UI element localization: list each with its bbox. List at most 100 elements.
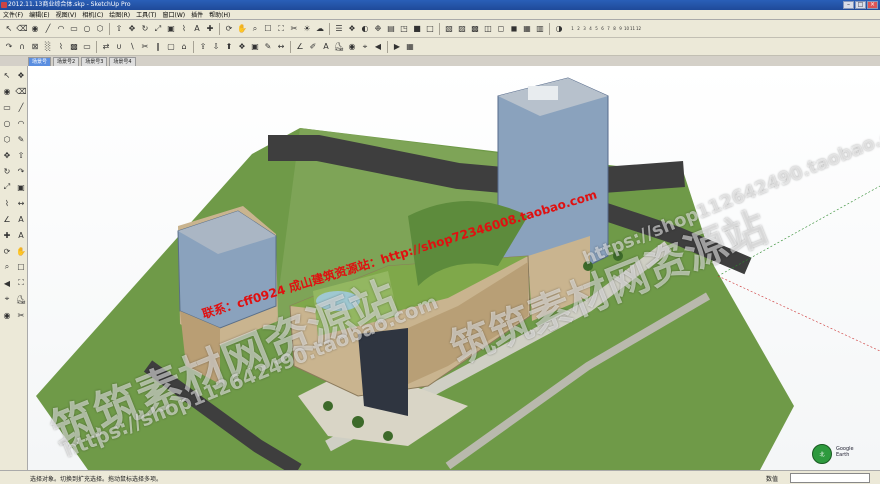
rotate-icon[interactable]: ↻: [139, 23, 151, 35]
minimize-button[interactable]: –: [843, 1, 854, 9]
move-icon[interactable]: ✥: [126, 23, 138, 35]
position-camera-icon[interactable]: ⌖: [359, 41, 371, 53]
menu-item[interactable]: 相机(C): [82, 10, 103, 19]
top-view-icon[interactable]: ■: [411, 23, 423, 35]
maximize-button[interactable]: □: [855, 1, 866, 9]
label-icon[interactable]: ✐: [307, 41, 319, 53]
3d-text-icon[interactable]: A: [320, 41, 332, 53]
scene-tab[interactable]: 场景号2: [53, 57, 80, 66]
drape-icon[interactable]: ▭: [81, 41, 93, 53]
arc-icon[interactable]: ◠: [15, 117, 27, 129]
position-camera-icon[interactable]: ⌖: [1, 293, 13, 305]
material-icon[interactable]: ◐: [359, 23, 371, 35]
shaded-icon[interactable]: ▦: [521, 23, 533, 35]
zoom-window-icon[interactable]: ☐: [262, 23, 274, 35]
walk-icon[interactable]: ⛸: [15, 293, 27, 305]
shadow-icon[interactable]: ☀: [301, 23, 313, 35]
select-icon[interactable]: ↖: [1, 69, 13, 81]
menu-item[interactable]: 插件: [191, 10, 203, 19]
3d-text-icon[interactable]: A: [15, 229, 27, 241]
text-icon[interactable]: A: [15, 213, 27, 225]
edit-match-icon[interactable]: ✎: [262, 41, 274, 53]
section-icon[interactable]: ✂: [15, 309, 27, 321]
dimension-icon[interactable]: ↔: [275, 41, 287, 53]
time-slider[interactable]: 1 2 3 4 5 6 7 8 9 10 11 12: [570, 26, 641, 31]
model-viewport[interactable]: [28, 66, 880, 470]
eraser-icon[interactable]: ⌫: [16, 23, 28, 35]
close-button[interactable]: ×: [867, 1, 878, 9]
dimension-icon[interactable]: ↔: [15, 197, 27, 209]
protractor-icon[interactable]: ∠: [294, 41, 306, 53]
solid-trim-icon[interactable]: ✂: [139, 41, 151, 53]
rectangle-icon[interactable]: ▭: [68, 23, 80, 35]
style-icon[interactable]: ❉: [372, 23, 384, 35]
sandbox-icon[interactable]: ░: [42, 41, 54, 53]
component-icon[interactable]: ❖: [346, 23, 358, 35]
menu-item[interactable]: 帮助(H): [209, 10, 230, 19]
layer-icon[interactable]: ☰: [333, 23, 345, 35]
left-view-icon[interactable]: ▩: [469, 23, 481, 35]
measurements-input[interactable]: [790, 473, 870, 483]
scene-icon[interactable]: ▤: [385, 23, 397, 35]
orbit-icon[interactable]: ⟳: [1, 245, 13, 257]
protractor-icon[interactable]: ∠: [1, 213, 13, 225]
xray-icon[interactable]: ◫: [482, 23, 494, 35]
compass-icon[interactable]: 北: [812, 444, 832, 464]
subdivide-icon[interactable]: ⊠: [29, 41, 41, 53]
paint-icon[interactable]: ◉: [29, 23, 41, 35]
menu-item[interactable]: 文件(F): [3, 10, 23, 19]
menu-item[interactable]: 绘图(R): [109, 10, 130, 19]
section-icon[interactable]: ✂: [288, 23, 300, 35]
pushpull-icon[interactable]: ⇧: [113, 23, 125, 35]
monochrome-icon[interactable]: ◑: [553, 23, 565, 35]
freehand-icon[interactable]: ✎: [15, 133, 27, 145]
offset-icon[interactable]: ▣: [15, 181, 27, 193]
wireframe-icon[interactable]: ◻: [495, 23, 507, 35]
pan-icon[interactable]: ✋: [15, 245, 27, 257]
share-model-icon[interactable]: ⇪: [197, 41, 209, 53]
circle-icon[interactable]: ○: [1, 117, 13, 129]
solid-split-icon[interactable]: ∥: [152, 41, 164, 53]
solid-union-icon[interactable]: ∪: [113, 41, 125, 53]
pushpull-icon[interactable]: ⇧: [15, 149, 27, 161]
get-models-icon[interactable]: ⇩: [210, 41, 222, 53]
hidden-line-icon[interactable]: ◼: [508, 23, 520, 35]
back-view-icon[interactable]: ▨: [456, 23, 468, 35]
arc-icon[interactable]: ◠: [55, 23, 67, 35]
warehouse-icon[interactable]: ⌂: [178, 41, 190, 53]
polygon-icon[interactable]: ⬡: [1, 133, 13, 145]
eraser-icon[interactable]: ⌫: [15, 85, 27, 97]
axes-icon[interactable]: ✚: [204, 23, 216, 35]
photo-match-icon[interactable]: ▣: [249, 41, 261, 53]
textured-icon[interactable]: ▥: [534, 23, 546, 35]
menu-item[interactable]: 工具(T): [136, 10, 156, 19]
right-view-icon[interactable]: ▧: [443, 23, 455, 35]
scale-icon[interactable]: ⤢: [152, 23, 164, 35]
next-view-icon[interactable]: ▶: [391, 41, 403, 53]
stamp-icon[interactable]: ▩: [68, 41, 80, 53]
zoom-extents-icon[interactable]: ⛶: [275, 23, 287, 35]
scene-tab[interactable]: 场景号4: [109, 57, 136, 66]
previous-icon[interactable]: ◀: [1, 277, 13, 289]
paint-icon[interactable]: ◉: [1, 85, 13, 97]
follow-me-icon[interactable]: ↷: [3, 41, 15, 53]
component-icon[interactable]: ❖: [15, 69, 27, 81]
flip-edge-icon[interactable]: ⇄: [100, 41, 112, 53]
front-view-icon[interactable]: □: [424, 23, 436, 35]
look-around-icon[interactable]: ◉: [1, 309, 13, 321]
title-bar[interactable]: 2012.11.13商业综合体.skp - SketchUp Pro – □ ×: [0, 0, 880, 10]
axes-icon[interactable]: ✚: [1, 229, 13, 241]
tape-icon[interactable]: ⌇: [1, 197, 13, 209]
select-icon[interactable]: ↖: [3, 23, 15, 35]
tape-icon[interactable]: ⌇: [178, 23, 190, 35]
menu-item[interactable]: 编辑(E): [29, 10, 49, 19]
intersect-icon[interactable]: ∩: [16, 41, 28, 53]
follow-me-icon[interactable]: ↷: [15, 165, 27, 177]
line-icon[interactable]: ╱: [42, 23, 54, 35]
orbit-icon[interactable]: ⟳: [223, 23, 235, 35]
previous-view-icon[interactable]: ◀: [372, 41, 384, 53]
polygon-icon[interactable]: ⬡: [94, 23, 106, 35]
menu-item[interactable]: 窗口(W): [163, 10, 186, 19]
zoom-extents-icon[interactable]: ⛶: [15, 277, 27, 289]
circle-icon[interactable]: ○: [81, 23, 93, 35]
